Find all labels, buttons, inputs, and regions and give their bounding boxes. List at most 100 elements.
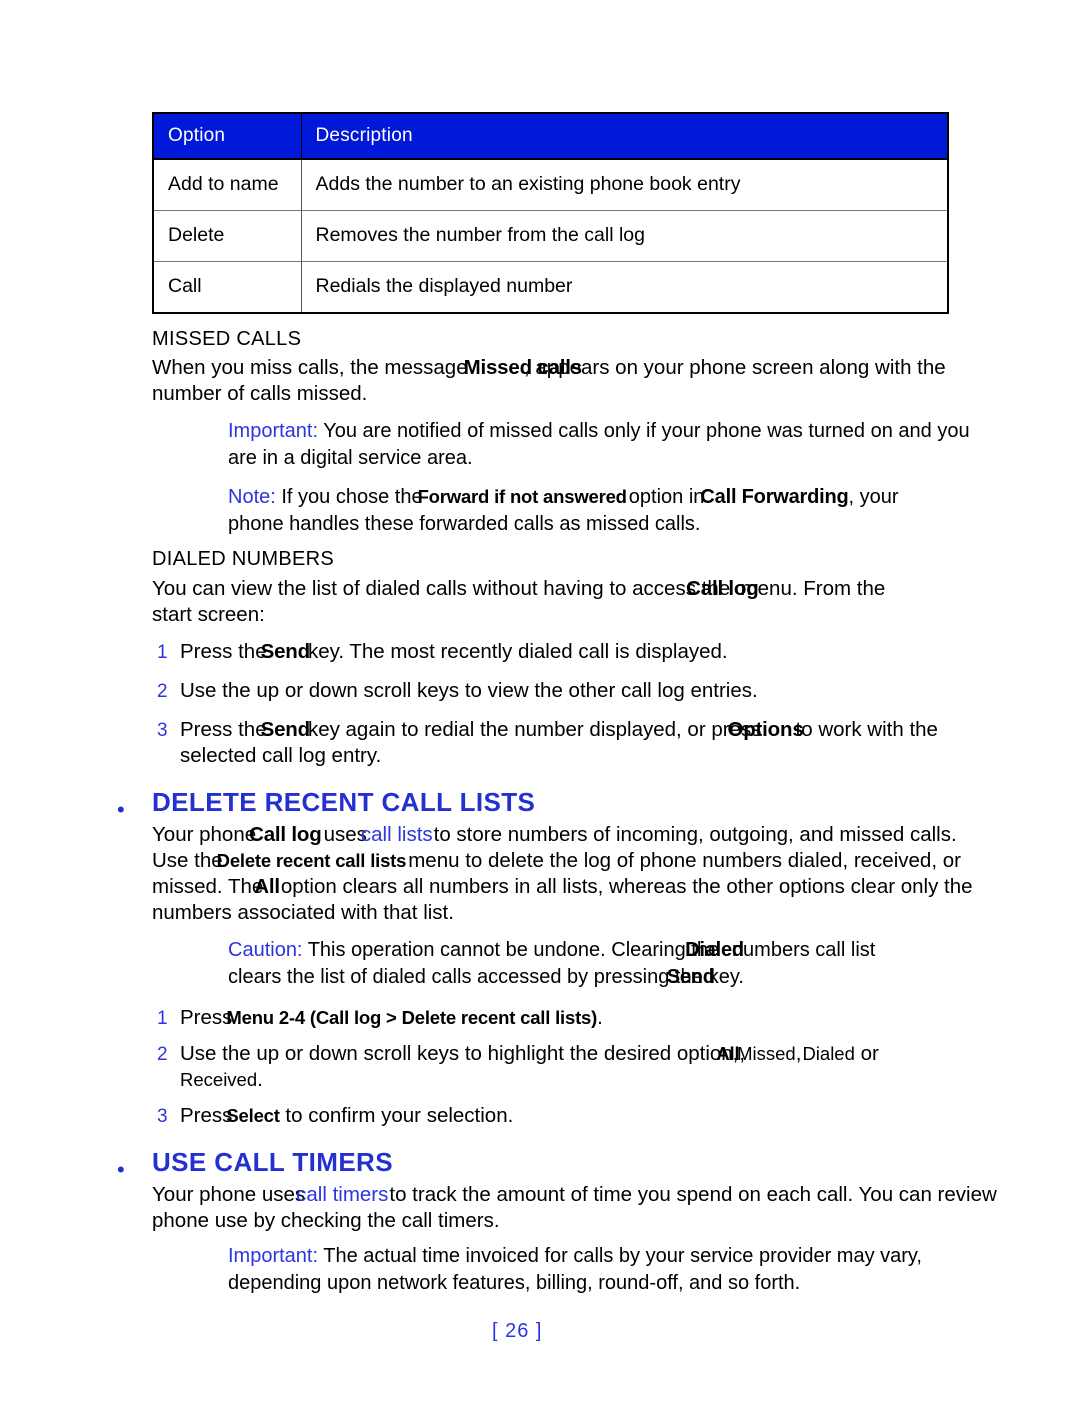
call-timers-paragraph: Your phone usescall timersto track the a… [152, 1182, 1052, 1234]
term-missed: Missed [737, 1043, 796, 1064]
text-run: phone handles these forwarded calls as m… [228, 513, 701, 535]
text-run: menu to delete the log of phone numbers … [408, 849, 961, 872]
options-table: Option Description Add to name Adds the … [152, 112, 949, 314]
cell-description: Adds the number to an existing phone boo… [301, 158, 948, 211]
text-run: Use the up or down scroll keys to highli… [180, 1042, 739, 1065]
text-run: You are notified of missed calls only if… [323, 420, 970, 442]
text-run: selected call log entry. [180, 744, 382, 767]
cell-option: Call [153, 261, 302, 313]
term-send: Send [260, 640, 311, 663]
heading-missed-calls: MISSED CALLS [152, 328, 302, 350]
term-send: Send [666, 966, 715, 988]
text-run: menu. From the [740, 577, 886, 600]
bullet-icon: • [117, 1157, 125, 1182]
text-run: number of calls missed. [152, 382, 368, 405]
text-run: start screen: [152, 603, 265, 626]
text-run: . [597, 1006, 603, 1029]
cell-option: Add to name [153, 158, 302, 211]
cell-description: Removes the number from the call log [301, 210, 948, 262]
table-header-row: Option Description [153, 113, 948, 159]
bullet-icon: • [117, 797, 125, 822]
text-run: key. The most recently dialed call is di… [307, 640, 728, 663]
text-run: If you chose the [281, 486, 423, 508]
step-number: 2 [157, 1044, 168, 1065]
text-run: , [795, 1042, 802, 1065]
text-run: to store numbers of incoming, outgoing, … [433, 823, 957, 846]
important-note-missed-calls: Important: You are notified of missed ca… [228, 418, 1028, 472]
step-number: 3 [157, 720, 168, 741]
text-run: key. [708, 966, 744, 988]
text-run: Use the [152, 849, 223, 872]
text-run: or [860, 1042, 879, 1065]
term-dialed: Dialed [802, 1043, 855, 1064]
step-item: Press theSendkey again to redial the num… [180, 717, 1060, 769]
document-page: Option Description Add to name Adds the … [0, 0, 1080, 1412]
note-label: Caution: [228, 939, 303, 961]
term-forward-if-not-answered: Forward if not answered [417, 486, 627, 507]
step-item: Use the up or down scroll keys to view t… [180, 678, 1040, 704]
missed-calls-paragraph: When you miss calls, the messageMissed c… [152, 355, 1032, 407]
note-label: Important: [228, 420, 319, 442]
column-header-description: Description [301, 113, 948, 159]
note-label: Note: [228, 486, 276, 508]
link-call-timers[interactable]: call timers [296, 1183, 388, 1206]
text-run: , your [848, 486, 899, 508]
step-number: 1 [157, 1008, 168, 1029]
text-run: Press [180, 1104, 233, 1127]
term-call-forwarding: Call Forwarding [700, 486, 849, 508]
text-run: Press the [180, 718, 267, 741]
step-item: PressSelect to confirm your selection. [180, 1103, 1040, 1129]
term-options: Options [727, 718, 804, 741]
text-run: Press the [180, 640, 267, 663]
step-number: 2 [157, 681, 168, 702]
text-run: missed. The [152, 875, 264, 898]
heading-use-call-timers: USE CALL TIMERS [152, 1147, 393, 1177]
text-run: are in a digital service area. [228, 447, 473, 469]
column-header-option: Option [153, 113, 302, 159]
step-item: Use the up or down scroll keys to highli… [180, 1041, 1060, 1093]
text-run: option in [628, 486, 705, 508]
text-run: . [257, 1068, 263, 1091]
heading-dialed-numbers: DIALED NUMBERS [152, 548, 335, 570]
text-run: numbers associated with that list. [152, 901, 454, 924]
term-menu-path: Menu 2-4 (Call log > Delete recent call … [226, 1007, 598, 1028]
step-item: Press theSendkey. The most recently dial… [180, 639, 1040, 665]
text-run: option clears all numbers in all lists, … [280, 875, 973, 898]
dialed-numbers-paragraph: You can view the list of dialed calls wi… [152, 576, 1042, 628]
text-run: When you miss calls, the message [152, 356, 468, 379]
term-send: Send [260, 718, 311, 741]
page-number: [ 26 ] [492, 1320, 543, 1342]
text-run: Your phone [152, 823, 257, 846]
step-number: 3 [157, 1106, 168, 1127]
term-all: All [254, 875, 280, 898]
text-run: , appears on your phone screen along wit… [524, 356, 946, 379]
text-run: key again to redial the number displayed… [307, 718, 762, 741]
text-run: depending upon network features, billing… [228, 1272, 801, 1294]
term-call-log: Call log [249, 823, 322, 846]
term-received: Received [180, 1069, 258, 1090]
table-row: Add to name Adds the number to an existi… [153, 158, 948, 211]
table-row: Delete Removes the number from the call … [153, 210, 948, 262]
note-label: Important: [228, 1245, 319, 1267]
delete-recent-paragraph: Your phoneCall logusescall liststo store… [152, 822, 1052, 926]
step-item: PressMenu 2-4 (Call log > Delete recent … [180, 1005, 1040, 1031]
term-all: All [716, 1043, 740, 1064]
text-run: numbers call list [731, 939, 876, 961]
link-call-lists[interactable]: call lists [361, 823, 433, 846]
cell-option: Delete [153, 210, 302, 262]
note-forwarded-calls: Note: If you chose theForward if not ans… [228, 483, 1048, 538]
text-run: The actual time invoiced for calls by yo… [323, 1245, 922, 1267]
table-row: Call Redials the displayed number [153, 261, 948, 313]
heading-delete-recent-call-lists: DELETE RECENT CALL LISTS [152, 787, 536, 817]
text-run: phone use by checking the call timers. [152, 1209, 500, 1232]
term-delete-recent-call-lists: Delete recent call lists [216, 850, 407, 871]
text-run: You can view the list of dialed calls wi… [152, 577, 731, 600]
step-number: 1 [157, 642, 168, 663]
term-select: Select [226, 1105, 280, 1126]
text-run: Your phone uses [152, 1183, 306, 1206]
text-run: This operation cannot be undone. Clearin… [307, 939, 720, 961]
caution-note: Caution: This operation cannot be undone… [228, 937, 1068, 991]
text-run: to work with the [795, 718, 938, 741]
text-run: clears the list of dialed calls accessed… [228, 966, 703, 988]
text-run: to track the amount of time you spend on… [389, 1183, 997, 1206]
